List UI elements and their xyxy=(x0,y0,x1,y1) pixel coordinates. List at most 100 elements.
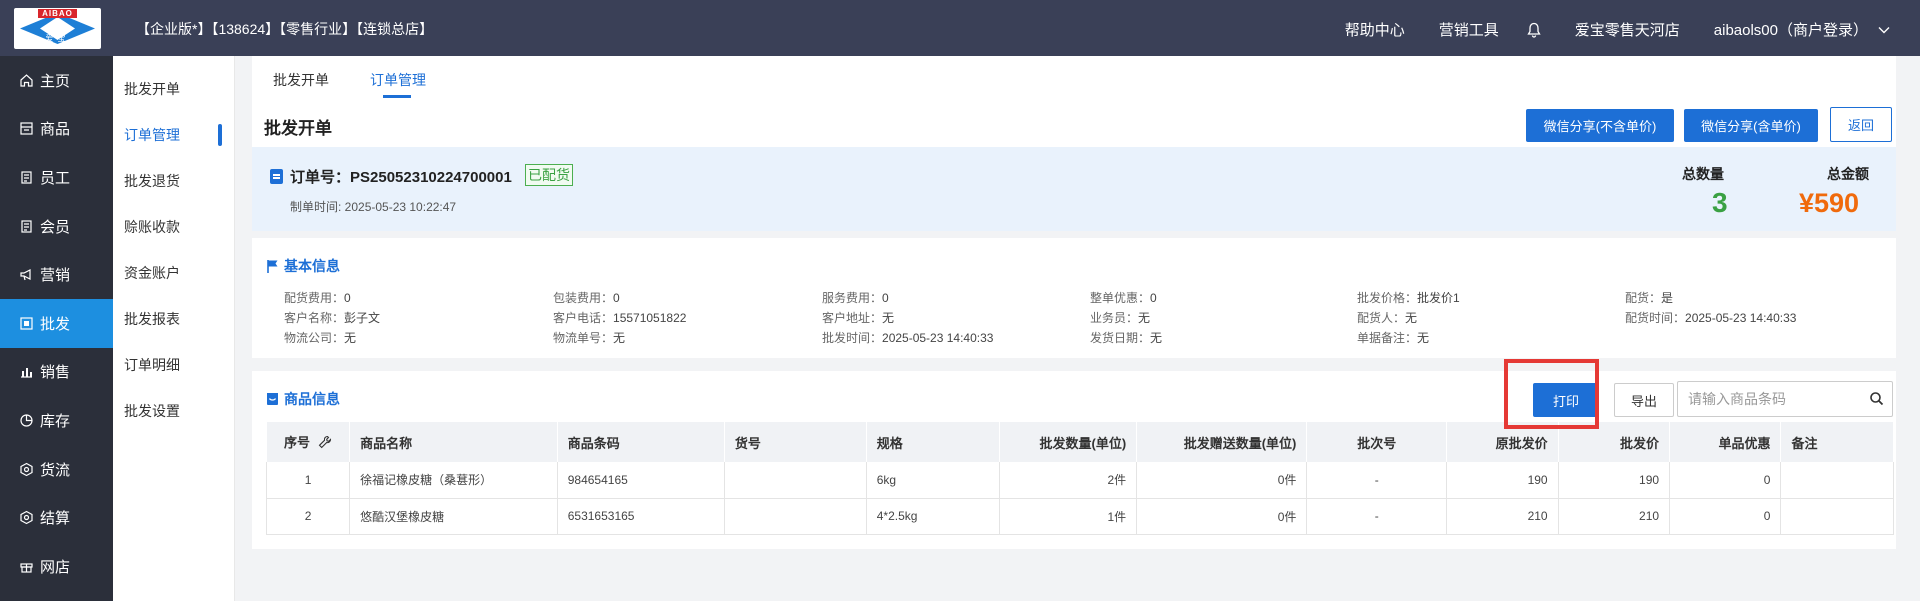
wechat-share-with-price-button[interactable]: 微信分享(含单价) xyxy=(1684,109,1818,142)
aibao-logo-icon: AIBAO 爱宝 xyxy=(14,8,101,49)
info-field-label: 物流公司： xyxy=(284,331,345,345)
info-field-value: 2025-05-23 14:40:33 xyxy=(1685,311,1797,325)
cell-sku xyxy=(724,462,867,499)
info-field-value: 批发价1 xyxy=(1417,291,1460,305)
subnav-item-fund-account[interactable]: 资金账户 xyxy=(113,250,234,296)
cell-batch: - xyxy=(1306,498,1448,535)
cell-wholesale-price: 190 xyxy=(1558,462,1671,499)
wrench-icon[interactable] xyxy=(318,435,332,452)
sidebar-item-goods[interactable]: 商品 xyxy=(0,105,113,154)
cell-batch: - xyxy=(1306,462,1448,499)
edition-title: 【企业版*】【138624】【零售行业】【连锁总店】 xyxy=(136,21,434,37)
info-field-label: 配货人： xyxy=(1357,311,1406,325)
info-field: 物流公司：无 xyxy=(284,329,356,346)
info-field-value: 15571051822 xyxy=(613,311,687,325)
info-field-value: 无 xyxy=(1405,311,1418,325)
cell-index: 2 xyxy=(265,498,351,535)
cell-remark xyxy=(1780,462,1894,499)
sidebar-item-label: 商品 xyxy=(40,121,71,139)
info-field-label: 批发价格： xyxy=(1357,291,1418,305)
active-tab-indicator xyxy=(383,95,411,98)
sidebar-item-settlement[interactable]: 结算 xyxy=(0,493,113,542)
info-field-label: 客户地址： xyxy=(822,311,883,325)
cell-sku xyxy=(724,498,867,535)
sidebar-item-staff[interactable]: 员工 xyxy=(0,153,113,202)
sidebar-item-inventory[interactable]: 库存 xyxy=(0,396,113,445)
wholesale-subnav: 批发开单 订单管理 批发退货 赊账收款 资金账户 批发报表 订单明细 批发设置 xyxy=(113,56,235,601)
chevron-down-icon[interactable] xyxy=(1878,21,1890,38)
sidebar-item-wholesale[interactable]: 批发 xyxy=(0,298,113,348)
document-icon xyxy=(270,169,283,184)
page-tabs: 批发开单 订单管理 xyxy=(252,56,1896,101)
sidebar-item-webstore[interactable]: 网店 xyxy=(0,542,113,591)
search-icon[interactable] xyxy=(1869,391,1884,409)
wechat-share-without-price-button[interactable]: 微信分享(不含单价) xyxy=(1526,109,1674,142)
info-field-value: 是 xyxy=(1661,291,1674,305)
logo-area[interactable]: AIBAO 爱宝 xyxy=(0,0,113,56)
subnav-item-wholesale-report[interactable]: 批发报表 xyxy=(113,296,234,342)
sidebar-item-label: 会员 xyxy=(40,218,71,236)
bar-chart-icon xyxy=(18,364,34,380)
info-field-value: 无 xyxy=(1138,311,1151,325)
info-field: 客户名称：彭子文 xyxy=(284,309,380,326)
status-badge: 已配货 xyxy=(525,164,573,186)
tab-order-management[interactable]: 订单管理 xyxy=(370,70,426,90)
subnav-item-credit-collection[interactable]: 赊账收款 xyxy=(113,204,234,250)
cell-name: 徐福记橡皮糖（桑葚形） xyxy=(349,462,558,499)
table-row[interactable]: 2 悠酷汉堡橡皮糖 6531653165 4*2.5kg 1件 0件 -210 210 0 xyxy=(265,498,1894,535)
info-field: 配货时间：2025-05-23 14:40:33 xyxy=(1625,309,1796,326)
megaphone-icon xyxy=(18,267,34,283)
table-header-row: 序号 商品名称 商品条码 货号 规格 批发数量(单位) 批发赠送数量(单位) 批… xyxy=(266,422,1894,462)
wholesale-icon xyxy=(18,315,34,331)
info-field-label: 客户名称： xyxy=(284,311,345,325)
info-field-label: 物流单号： xyxy=(553,331,614,345)
info-field: 整单优惠：0 xyxy=(1090,289,1157,306)
logo-cn: 爱宝 xyxy=(45,34,70,43)
sidebar-item-sales[interactable]: 销售 xyxy=(0,348,113,397)
sidebar-item-marketing[interactable]: 营销 xyxy=(0,250,113,299)
bell-icon[interactable] xyxy=(1527,22,1541,38)
basic-info-title: 基本信息 xyxy=(266,256,340,276)
back-button[interactable]: 返回 xyxy=(1830,107,1892,142)
column-header-sku: 货号 xyxy=(724,422,867,462)
subnav-item-wholesale-return[interactable]: 批发退货 xyxy=(113,158,234,204)
barcode-search xyxy=(1677,381,1893,417)
cell-discount: 0 xyxy=(1669,462,1782,499)
cell-index: 1 xyxy=(265,462,351,499)
export-button[interactable]: 导出 xyxy=(1614,383,1674,417)
print-button-highlight xyxy=(1504,359,1599,429)
sidebar-item-label: 主页 xyxy=(40,72,71,90)
barcode-search-input[interactable] xyxy=(1678,382,1858,416)
cell-original-price: 190 xyxy=(1446,462,1559,499)
sidebar-item-label: 批发 xyxy=(40,315,71,333)
subnav-item-wholesale-order[interactable]: 批发开单 xyxy=(113,66,234,112)
info-field-label: 配货时间： xyxy=(1625,311,1686,325)
info-field: 物流单号：无 xyxy=(553,329,625,346)
logo-brand: AIBAO xyxy=(38,9,77,18)
top-header: AIBAO 爱宝 【企业版*】【138624】【零售行业】【连锁总店】 帮助中心… xyxy=(0,0,1920,56)
info-field-label: 整单优惠： xyxy=(1090,291,1151,305)
subnav-item-order-management[interactable]: 订单管理 xyxy=(113,112,234,158)
staff-icon xyxy=(18,169,34,185)
cell-original-price: 210 xyxy=(1446,498,1559,535)
column-header-spec: 规格 xyxy=(866,422,1001,462)
sidebar-item-logistics[interactable]: 货流 xyxy=(0,445,113,494)
subnav-item-order-detail[interactable]: 订单明细 xyxy=(113,342,234,388)
page-title: 批发开单 xyxy=(264,119,332,138)
order-summary: 订单号：PS25052310224700001 已配货 制单时间: 2025-0… xyxy=(252,147,1896,231)
table-row[interactable]: 1 徐福记橡皮糖（桑葚形） 984654165 6kg 2件 0件 -190 190 0 xyxy=(265,462,1894,499)
info-field-value: 彭子文 xyxy=(344,311,381,325)
cell-remark xyxy=(1780,498,1894,535)
info-field-label: 单据备注： xyxy=(1357,331,1418,345)
total-amount-label: 总金额 xyxy=(1827,166,1869,182)
user-menu[interactable]: aibaols00（商户登录） xyxy=(1714,19,1868,40)
info-field-value: 0 xyxy=(613,291,620,305)
marketing-tools-link[interactable]: 营销工具 xyxy=(1439,19,1499,40)
subnav-item-wholesale-settings[interactable]: 批发设置 xyxy=(113,388,234,434)
sidebar-item-home[interactable]: 主页 xyxy=(0,56,113,105)
cell-discount: 0 xyxy=(1669,498,1782,535)
tab-wholesale-order[interactable]: 批发开单 xyxy=(273,70,329,90)
help-center-link[interactable]: 帮助中心 xyxy=(1345,19,1405,40)
store-name[interactable]: 爱宝零售天河店 xyxy=(1575,19,1680,40)
sidebar-item-member[interactable]: 会员 xyxy=(0,202,113,251)
